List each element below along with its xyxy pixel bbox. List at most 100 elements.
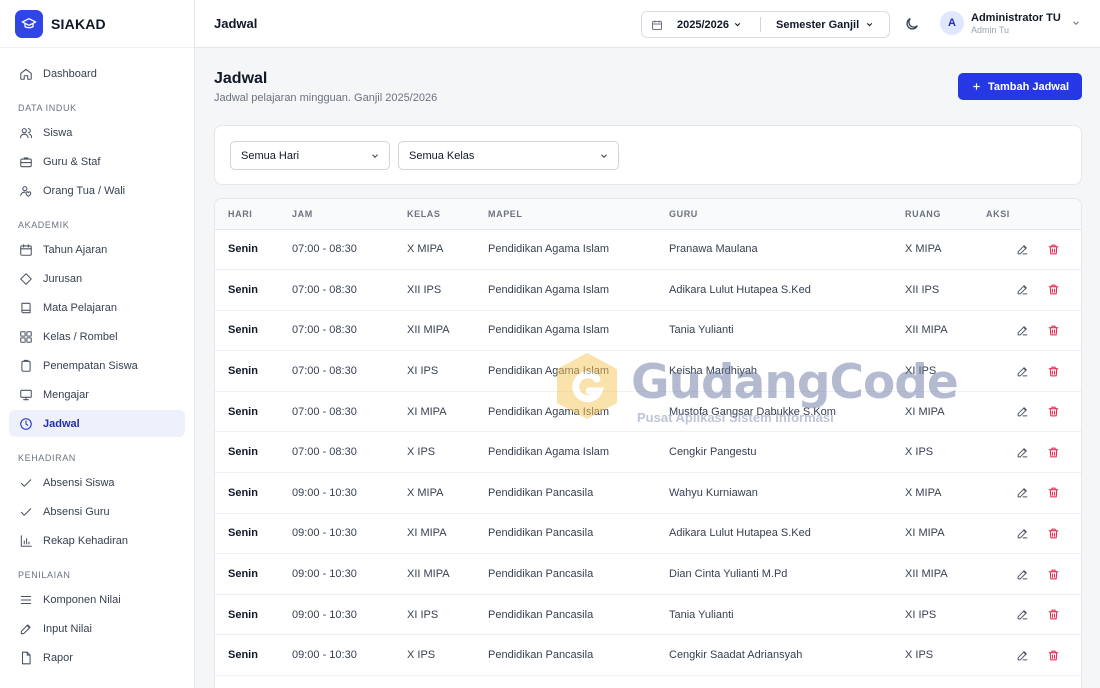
cell-class: XII MIPA	[407, 568, 450, 581]
sidebar-item-rapor[interactable]: Rapor	[9, 644, 185, 671]
edit-icon[interactable]	[1015, 648, 1029, 662]
table-row: Senin 09:00 - 10:30 X IPS Pendidikan Pancas…	[215, 635, 1081, 676]
cell-room: XI IPS	[905, 365, 937, 378]
sidebar-item-label: Absensi Siswa	[43, 476, 115, 489]
trash-icon[interactable]	[1046, 323, 1060, 337]
cell-class: X IPS	[407, 649, 436, 662]
edit-icon[interactable]	[1015, 364, 1029, 378]
cell-subject: Pendidikan Pancasila	[488, 608, 594, 621]
book-icon	[19, 301, 33, 315]
trash-icon[interactable]	[1046, 608, 1060, 622]
sidebar-item-kelas-rombel[interactable]: Kelas / Rombel	[9, 323, 185, 350]
cell-class: XII MIPA	[407, 324, 450, 337]
edit-icon[interactable]	[1015, 608, 1029, 622]
sidebar-item-orang-tua-wali[interactable]: Orang Tua / Wali	[9, 177, 185, 204]
sidebar-item-dashboard[interactable]: Dashboard	[9, 60, 185, 87]
cell-time: 09:00 - 10:30	[292, 649, 357, 662]
table-row: Senin 07:00 - 08:30 XII IPS Pendidikan Agam…	[215, 270, 1081, 311]
edit-icon[interactable]	[1015, 242, 1029, 256]
moon-icon[interactable]	[904, 16, 920, 32]
page-subtitle: Jadwal pelajaran mingguan. Ganjil 2025/2…	[214, 92, 438, 104]
cell-room: XI MIPA	[905, 527, 945, 540]
trash-icon[interactable]	[1046, 283, 1060, 297]
user-menu[interactable]: A Administrator TU Admin Tu	[940, 11, 1081, 35]
sidebar-item-absensi-guru[interactable]: Absensi Guru	[9, 498, 185, 525]
period-selector[interactable]: 2025/2026 Semester Ganjil	[641, 11, 890, 38]
class-filter-select[interactable]: Semua Kelas	[398, 141, 619, 170]
sidebar-item-jadwal[interactable]: Jadwal	[9, 410, 185, 437]
table-row: Senin 07:00 - 08:30 X IPS Pendidikan Agama …	[215, 432, 1081, 473]
table-row: Senin 09:00 - 10:30 XI IPS Pendidikan Panca…	[215, 594, 1081, 635]
sidebar-item-mengajar[interactable]: Mengajar	[9, 381, 185, 408]
day-filter-value: Semua Hari	[241, 149, 300, 162]
cell-subject: Pendidikan Agama Islam	[488, 324, 610, 337]
table-row: Senin 07:00 - 08:30 XI MIPA Pendidikan Agam…	[215, 391, 1081, 432]
cell-day: Senin	[228, 365, 258, 378]
cell-actions	[986, 554, 1081, 595]
sidebar-nav: Dashboard DATA INDUK Siswa Guru & Staf Orang…	[0, 48, 194, 671]
sidebar-item-penempatan-siswa[interactable]: Penempatan Siswa	[9, 352, 185, 379]
sidebar-item-label: Komponen Nilai	[43, 593, 121, 606]
sidebar-item-komponen-nilai[interactable]: Komponen Nilai	[9, 586, 185, 613]
sidebar-item-label: Tahun Ajaran	[43, 243, 108, 256]
table-row: Senin 09:00 - 10:30 XI MIPA Pendidikan Panc…	[215, 513, 1081, 554]
cell-teacher: Adikara Lulut Hutapea S.Ked	[669, 527, 811, 540]
semester-select[interactable]: Semester Ganjil	[776, 19, 874, 31]
trash-icon[interactable]	[1046, 648, 1060, 662]
cell-time: 07:00 - 08:30	[292, 405, 357, 418]
cell-subject: Pendidikan Agama Islam	[488, 446, 610, 459]
trash-icon[interactable]	[1046, 445, 1060, 459]
edit-icon[interactable]	[1015, 405, 1029, 419]
cell-day: Senin	[228, 283, 258, 296]
edit-icon[interactable]	[1015, 323, 1029, 337]
sidebar-item-guru-staf[interactable]: Guru & Staf	[9, 148, 185, 175]
sidebar-item-siswa[interactable]: Siswa	[9, 119, 185, 146]
edit-icon[interactable]	[1015, 526, 1029, 540]
cell-time: 09:00 - 10:30	[292, 486, 357, 499]
cell-time: 07:00 - 08:30	[292, 446, 357, 459]
sidebar: SIAKAD Dashboard DATA INDUK Siswa Guru & St…	[0, 0, 195, 688]
cell-day: Senin	[228, 527, 258, 540]
trash-icon[interactable]	[1046, 486, 1060, 500]
cell-actions	[986, 391, 1081, 432]
sidebar-item-label: Rekap Kehadiran	[43, 534, 129, 547]
cell-subject: Pendidikan Agama Islam	[488, 243, 610, 256]
sidebar-item-tahun-ajaran[interactable]: Tahun Ajaran	[9, 236, 185, 263]
cell-actions	[986, 270, 1081, 311]
trash-icon[interactable]	[1046, 526, 1060, 540]
cell-subject: Pendidikan Agama Islam	[488, 405, 610, 418]
trash-icon[interactable]	[1046, 364, 1060, 378]
cell-actions	[986, 310, 1081, 351]
edit-icon[interactable]	[1015, 567, 1029, 581]
add-schedule-button[interactable]: Tambah Jadwal	[958, 73, 1082, 100]
cell-teacher: Cengkir Pangestu	[669, 446, 757, 459]
cell-time: 09:00 - 10:30	[292, 608, 357, 621]
day-filter-select[interactable]: Semua Hari	[230, 141, 390, 170]
check-icon	[19, 505, 33, 519]
cell-teacher: Cengkir Saadat Adriansyah	[669, 649, 803, 662]
sidebar-item-rekap-kehadiran[interactable]: Rekap Kehadiran	[9, 527, 185, 554]
bar-chart-icon	[19, 534, 33, 548]
edit-icon[interactable]	[1015, 486, 1029, 500]
academic-year-select[interactable]: 2025/2026	[677, 19, 742, 31]
cell-actions	[986, 473, 1081, 514]
edit-icon[interactable]	[1015, 283, 1029, 297]
sidebar-item-jurusan[interactable]: Jurusan	[9, 265, 185, 292]
cell-time: 07:00 - 08:30	[292, 365, 357, 378]
cell-subject: Pendidikan Pancasila	[488, 649, 594, 662]
sidebar-item-absensi-siswa[interactable]: Absensi Siswa	[9, 469, 185, 496]
cell-actions	[986, 594, 1081, 635]
trash-icon[interactable]	[1046, 405, 1060, 419]
sidebar-item-input-nilai[interactable]: Input Nilai	[9, 615, 185, 642]
main-content: Jadwal Jadwal pelajaran mingguan. Ganjil…	[195, 49, 1100, 688]
chevron-down-icon	[1072, 21, 1079, 25]
sidebar-section-title: KEHADIRAN	[18, 453, 76, 463]
trash-icon[interactable]	[1046, 567, 1060, 581]
column-header-teacher: GURU	[669, 199, 905, 230]
table-header-row: HARI JAM KELAS MAPEL GURU RUANG AKSI	[215, 199, 1081, 230]
edit-icon[interactable]	[1015, 445, 1029, 459]
cell-teacher: Keisha Mardhiyah	[669, 365, 758, 378]
trash-icon[interactable]	[1046, 242, 1060, 256]
cell-teacher: Tania Yulianti	[669, 608, 734, 621]
sidebar-item-mata-pelajaran[interactable]: Mata Pelajaran	[9, 294, 185, 321]
